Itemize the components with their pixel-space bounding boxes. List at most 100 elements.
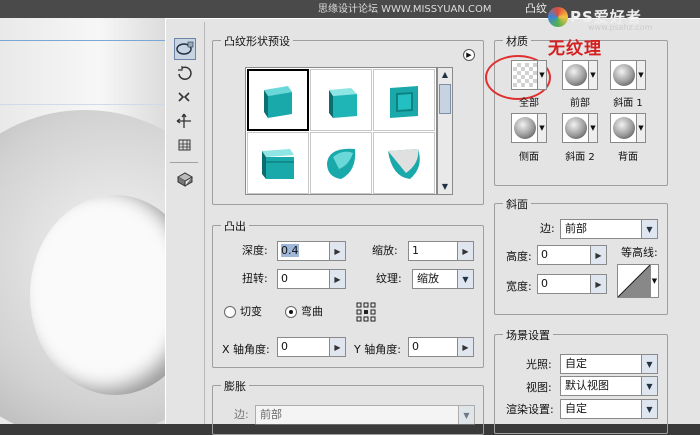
material-back-swatch[interactable]: ▼ (610, 113, 646, 143)
scale-3d-tool-icon[interactable] (174, 134, 196, 156)
lights-label: 光照: (526, 358, 552, 371)
preset-grid (245, 67, 437, 195)
preset-cube-rounded[interactable] (247, 132, 309, 194)
twist-value: 0 (281, 272, 288, 285)
twist-slider-arrow-icon[interactable]: ▶ (329, 270, 345, 288)
x-angle-label: X 轴角度: (222, 343, 270, 356)
inflate-label: 膨胀 (221, 378, 249, 394)
view-label: 视图: (526, 381, 552, 394)
preset-cube-bevel[interactable] (310, 69, 372, 131)
chevron-down-icon[interactable]: ▼ (650, 265, 658, 297)
material-side-swatch[interactable]: ▼ (511, 113, 547, 143)
lights-select[interactable]: 自定 ▼ (560, 354, 658, 374)
panel-menu-icon[interactable]: ▶ (463, 49, 475, 61)
bevel-width-field[interactable]: 0 ▶ (537, 274, 607, 294)
inflate-side-select[interactable]: 前部 ▼ (255, 405, 475, 425)
preset-label: 凸纹形状预设 (221, 33, 293, 49)
x-angle-slider-arrow-icon[interactable]: ▶ (329, 338, 345, 356)
preset-cube-frame[interactable] (373, 69, 435, 131)
render-settings-value: 自定 (565, 402, 587, 415)
watermark-text: 思缘设计论坛 WWW.MISSYUAN.COM (317, 4, 492, 15)
preset-pillow[interactable] (310, 132, 372, 194)
texture-label: 纹理: (376, 272, 402, 285)
sphere-material-icon (513, 117, 536, 139)
view-select[interactable]: 默认视图 ▼ (560, 376, 658, 396)
preset-cube[interactable] (247, 69, 309, 131)
material-all-label: 全部 (519, 98, 539, 109)
sphere-material-icon (612, 64, 635, 86)
material-all-swatch[interactable]: ▼ (511, 60, 547, 90)
bevel-side-select[interactable]: 前部 ▼ (560, 219, 658, 239)
scale-value: 1 (412, 244, 419, 257)
sphere-material-icon (612, 117, 635, 139)
no-texture-icon (512, 63, 537, 87)
preset-scrollbar[interactable]: ▲ ▼ (437, 67, 453, 195)
chevron-down-icon[interactable]: ▼ (458, 406, 474, 424)
scale-label: 缩放: (372, 244, 398, 257)
chevron-down-icon[interactable]: ▼ (457, 270, 473, 288)
view-value: 默认视图 (565, 379, 609, 392)
camera-view-icon[interactable] (174, 168, 196, 190)
material-bevel1-swatch[interactable]: ▼ (610, 60, 646, 90)
scroll-down-icon[interactable]: ▼ (438, 180, 452, 194)
bend-label: 弯曲 (301, 305, 323, 318)
rotate-3d-tool-icon[interactable] (174, 62, 196, 84)
bevel-height-slider-arrow-icon[interactable]: ▶ (590, 246, 606, 264)
render-settings-select[interactable]: 自定 ▼ (560, 399, 658, 419)
bevel-height-field[interactable]: 0 ▶ (537, 245, 607, 265)
material-front-swatch[interactable]: ▼ (562, 60, 598, 90)
chevron-down-icon[interactable]: ▼ (641, 220, 657, 238)
chevron-down-icon[interactable]: ▼ (641, 355, 657, 373)
preset-cone[interactable] (373, 132, 435, 194)
tool-separator (170, 162, 198, 163)
mesh-from-preset-tool-icon[interactable] (174, 38, 196, 60)
material-front-label: 前部 (570, 98, 590, 109)
scale-slider-arrow-icon[interactable]: ▶ (457, 242, 473, 260)
inflate-side-label: 边: (234, 408, 249, 421)
material-side-label: 侧面 (519, 152, 539, 163)
pan-3d-tool-icon[interactable] (174, 86, 196, 108)
contour-picker[interactable]: ▼ (617, 264, 659, 298)
x-angle-field[interactable]: 0 ▶ (277, 337, 346, 357)
twist-label: 扭转: (242, 272, 268, 285)
tools-divider (204, 22, 205, 424)
scroll-thumb[interactable] (439, 84, 451, 114)
inflate-side-value: 前部 (260, 408, 282, 421)
shear-radio[interactable] (224, 306, 236, 318)
contour-linear-icon (618, 265, 650, 297)
twist-field[interactable]: 0 ▶ (277, 269, 346, 289)
texture-select[interactable]: 缩放 ▼ (412, 269, 474, 289)
canvas-preview (0, 0, 165, 424)
chevron-down-icon[interactable]: ▼ (641, 400, 657, 418)
extrusion-label: 凸出 (221, 218, 249, 234)
bend-radio[interactable] (285, 306, 297, 318)
shear-label: 切变 (240, 305, 262, 318)
guide-line (0, 40, 165, 41)
material-bevel2-label: 斜面 2 (565, 152, 595, 163)
x-angle-value: 0 (281, 340, 288, 353)
sphere-material-icon (564, 117, 587, 139)
depth-value: 0.4 (281, 244, 299, 257)
bevel-width-slider-arrow-icon[interactable]: ▶ (590, 275, 606, 293)
scale-field[interactable]: 1 ▶ (408, 241, 474, 261)
bevel-label: 斜面 (503, 196, 531, 212)
reference-point-icon[interactable] (356, 302, 376, 322)
depth-field[interactable]: 0.4 ▶ (277, 241, 346, 261)
material-back-label: 背面 (618, 152, 638, 163)
annotation-no-texture: 无纹理 (548, 39, 602, 59)
y-angle-field[interactable]: 0 ▶ (408, 337, 474, 357)
bevel-width-label: 宽度: (506, 280, 532, 293)
chevron-down-icon[interactable]: ▼ (641, 377, 657, 395)
slide-3d-tool-icon[interactable] (174, 110, 196, 132)
dialog-title: 凸纹 (525, 2, 548, 15)
render-settings-label: 渲染设置: (506, 403, 554, 416)
bevel-width-value: 0 (541, 277, 548, 290)
logo-url: www.psahz.com (588, 23, 653, 32)
scroll-up-icon[interactable]: ▲ (438, 68, 452, 82)
scene-label: 场景设置 (503, 327, 553, 343)
y-angle-label: Y 轴角度: (354, 343, 401, 356)
lights-value: 自定 (565, 357, 587, 370)
y-angle-slider-arrow-icon[interactable]: ▶ (457, 338, 473, 356)
depth-slider-arrow-icon[interactable]: ▶ (329, 242, 345, 260)
material-bevel2-swatch[interactable]: ▼ (562, 113, 598, 143)
